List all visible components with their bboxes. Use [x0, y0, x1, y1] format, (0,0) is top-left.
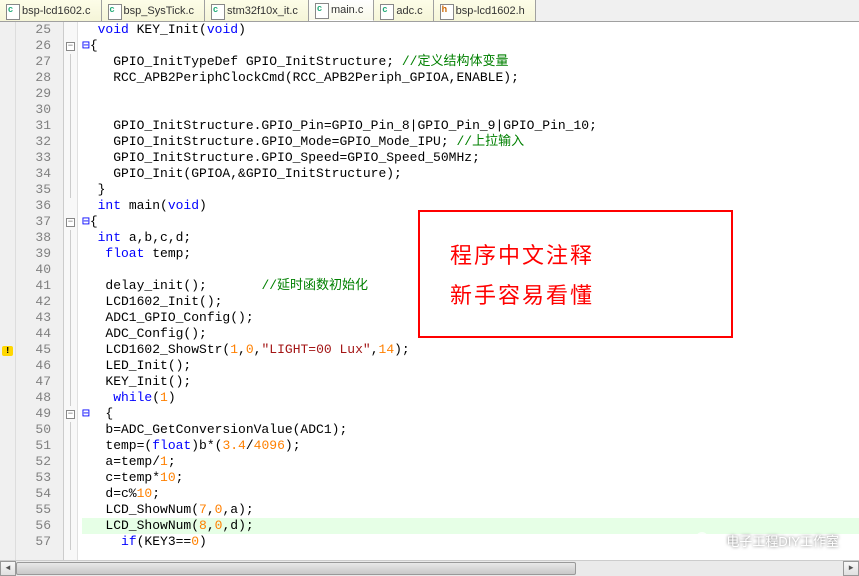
line-number: 55 [16, 502, 51, 518]
code-line[interactable]: void KEY_Init(void) [82, 22, 859, 38]
c-file-icon [211, 4, 223, 18]
tab-stm32f10x_it-c[interactable]: stm32f10x_it.c [205, 0, 309, 21]
line-number: 33 [16, 150, 51, 166]
fold-toggle[interactable]: − [66, 410, 75, 419]
line-number: 36 [16, 198, 51, 214]
tab-adc-c[interactable]: adc.c [374, 0, 433, 21]
line-number: 57 [16, 534, 51, 550]
line-number: 35 [16, 182, 51, 198]
code-line[interactable]: ⊟{ [82, 38, 859, 54]
code-line[interactable]: GPIO_InitStructure.GPIO_Mode=GPIO_Mode_I… [82, 134, 859, 150]
tab-label: bsp-lcd1602.h [456, 5, 525, 17]
tab-bsp-lcd1602-c[interactable]: bsp-lcd1602.c [0, 0, 102, 21]
code-line[interactable]: GPIO_InitStructure.GPIO_Pin=GPIO_Pin_8|G… [82, 118, 859, 134]
code-line[interactable] [82, 86, 859, 102]
tab-main-c[interactable]: main.c [309, 0, 374, 21]
code-line[interactable]: GPIO_InitStructure.GPIO_Speed=GPIO_Speed… [82, 150, 859, 166]
line-number: 44 [16, 326, 51, 342]
line-number: 51 [16, 438, 51, 454]
fold-toggle[interactable]: − [66, 42, 75, 51]
line-number: 52 [16, 454, 51, 470]
line-number: 31 [16, 118, 51, 134]
bookmark-margin [0, 22, 16, 560]
line-number: 40 [16, 262, 51, 278]
line-number: 43 [16, 310, 51, 326]
line-number: 38 [16, 230, 51, 246]
line-number: 46 [16, 358, 51, 374]
line-number: 49 [16, 406, 51, 422]
code-line[interactable]: GPIO_Init(GPIOA,&GPIO_InitStructure); [82, 166, 859, 182]
scroll-thumb[interactable] [16, 562, 576, 575]
code-line[interactable]: a=temp/1; [82, 454, 859, 470]
watermark-text: 电子工程DIY工作室 [726, 531, 839, 550]
h-file-icon [440, 4, 452, 18]
line-number: 54 [16, 486, 51, 502]
code-line[interactable]: RCC_APB2PeriphClockCmd(RCC_APB2Periph_GP… [82, 70, 859, 86]
tab-label: main.c [331, 4, 363, 16]
code-line[interactable]: LCD_ShowNum(7,0,a); [82, 502, 859, 518]
wechat-icon [692, 528, 720, 552]
tab-bsp-lcd1602-h[interactable]: bsp-lcd1602.h [434, 0, 536, 21]
line-number: 47 [16, 374, 51, 390]
horizontal-scrollbar[interactable]: ◄ ► [0, 560, 859, 576]
code-line[interactable]: c=temp*10; [82, 470, 859, 486]
warning-icon [2, 342, 14, 354]
line-number: 39 [16, 246, 51, 262]
line-number: 30 [16, 102, 51, 118]
code-line[interactable]: ⊟ { [82, 406, 859, 422]
line-number: 26 [16, 38, 51, 54]
file-tabs: bsp-lcd1602.c bsp_SysTick.c stm32f10x_it.c… [0, 0, 859, 22]
line-number-gutter: 2526272829303132333435363738394041424344… [16, 22, 64, 560]
code-line[interactable]: b=ADC_GetConversionValue(ADC1); [82, 422, 859, 438]
c-file-icon [380, 4, 392, 18]
code-line[interactable]: KEY_Init(); [82, 374, 859, 390]
tab-label: bsp_SysTick.c [124, 5, 195, 17]
code-line[interactable]: LED_Init(); [82, 358, 859, 374]
code-line[interactable] [82, 102, 859, 118]
line-number: 25 [16, 22, 51, 38]
tab-bsp_SysTick-c[interactable]: bsp_SysTick.c [102, 0, 206, 21]
line-number: 45 [16, 342, 51, 358]
line-number: 53 [16, 470, 51, 486]
annotation-line-1: 程序中文注释 [450, 238, 701, 270]
line-number: 32 [16, 134, 51, 150]
c-file-icon [315, 3, 327, 17]
line-number: 34 [16, 166, 51, 182]
tab-label: adc.c [396, 5, 422, 17]
line-number: 28 [16, 70, 51, 86]
watermark: 电子工程DIY工作室 [692, 528, 839, 552]
line-number: 42 [16, 294, 51, 310]
tab-label: stm32f10x_it.c [227, 5, 298, 17]
code-line[interactable]: GPIO_InitTypeDef GPIO_InitStructure; //定… [82, 54, 859, 70]
line-number: 48 [16, 390, 51, 406]
c-file-icon [6, 4, 18, 18]
fold-column: − − − [64, 22, 78, 560]
code-line[interactable]: temp=(float)b*(3.4/4096); [82, 438, 859, 454]
fold-toggle[interactable]: − [66, 218, 75, 227]
scroll-right-button[interactable]: ► [843, 561, 859, 576]
line-number: 50 [16, 422, 51, 438]
code-line[interactable]: LCD1602_ShowStr(1,0,"LIGHT=00 Lux",14); [82, 342, 859, 358]
c-file-icon [108, 4, 120, 18]
annotation-overlay: 程序中文注释 新手容易看懂 [418, 210, 733, 338]
line-number: 27 [16, 54, 51, 70]
tab-label: bsp-lcd1602.c [22, 5, 91, 17]
code-line[interactable]: while(1) [82, 390, 859, 406]
scroll-left-button[interactable]: ◄ [0, 561, 16, 576]
scroll-track[interactable] [16, 561, 843, 576]
code-line[interactable]: } [82, 182, 859, 198]
line-number: 29 [16, 86, 51, 102]
line-number: 37 [16, 214, 51, 230]
annotation-line-2: 新手容易看懂 [450, 278, 701, 310]
line-number: 41 [16, 278, 51, 294]
code-line[interactable]: d=c%10; [82, 486, 859, 502]
line-number: 56 [16, 518, 51, 534]
